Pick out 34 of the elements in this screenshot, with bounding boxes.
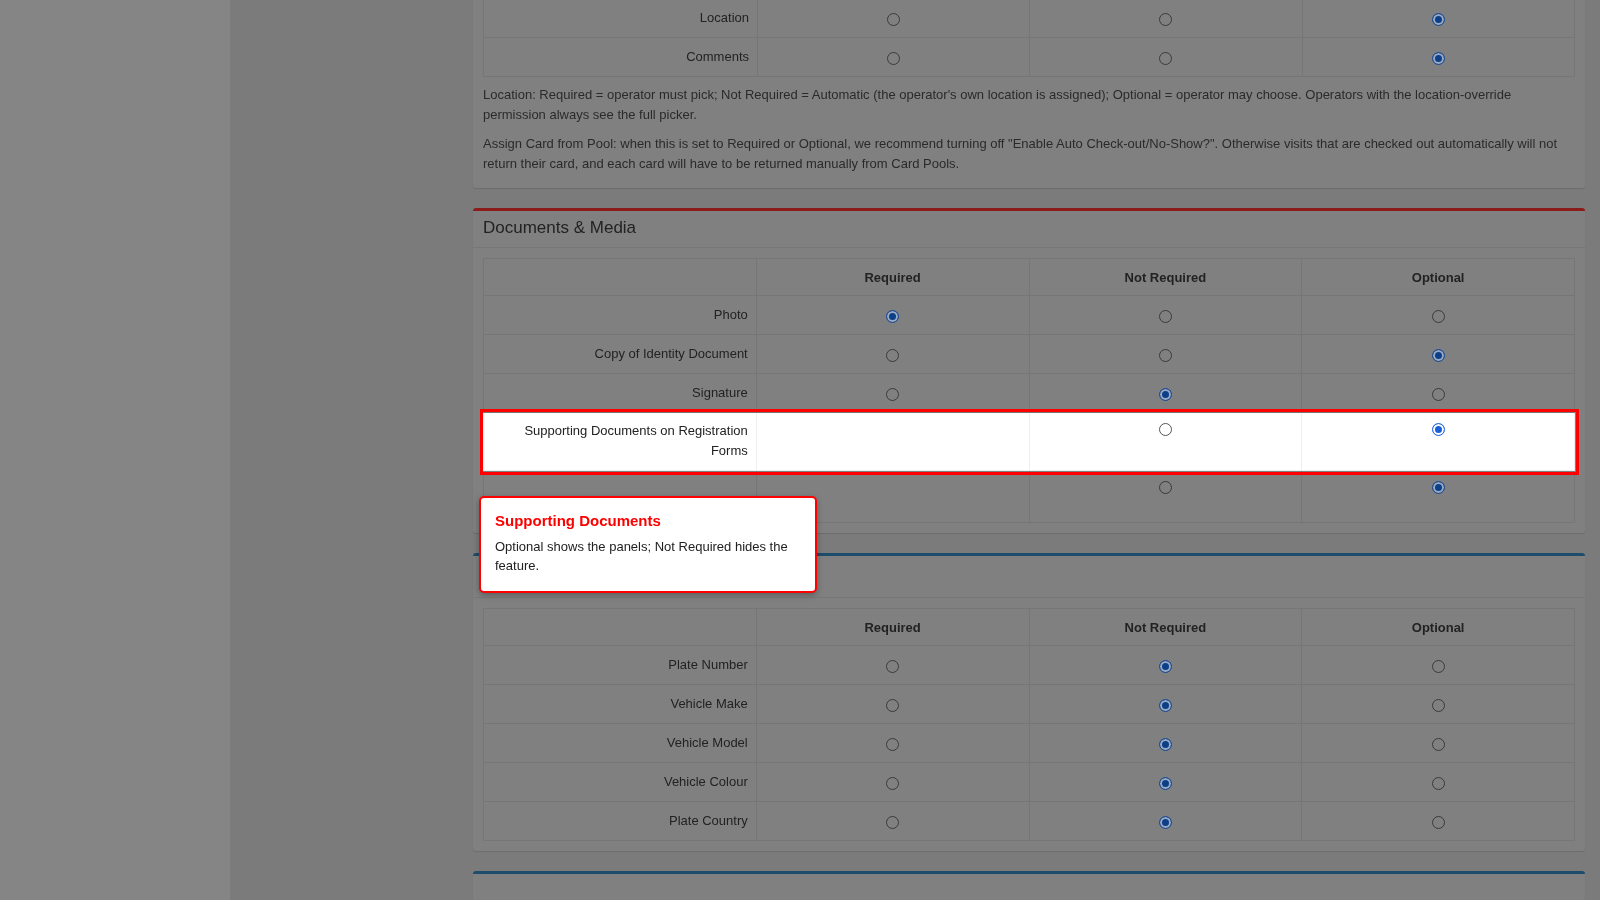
help-text: Assign Card from Pool: when this is set to Required or Optional, we recommend turning off "Enable Auto Check-out/No-Show?". Otherwise visits that are checked out automatically will not return their card, and each card will have to be returned manually from Card Pools.: [483, 135, 1559, 173]
field-label: Supporting Documents on Registration Forms: [483, 412, 757, 471]
radio-button[interactable]: [1158, 815, 1172, 829]
field-label: Vehicle Make: [483, 684, 757, 724]
radio-button[interactable]: [1431, 423, 1445, 437]
help-text: Location: Required = operator must pick; Not Required = Automatic (the operator's own location is assigned); Optional = operator may choose. Operators with the location-override permission always see the full picker.: [483, 86, 1513, 124]
radio-button[interactable]: [1158, 698, 1172, 712]
section-title: Documents & Media: [473, 211, 1585, 248]
column-header: Not Required: [1029, 608, 1302, 646]
radio-button[interactable]: [1431, 481, 1445, 495]
column-header: Optional: [1301, 608, 1575, 646]
field-label: Comments: [483, 37, 758, 77]
radio-button[interactable]: [1158, 776, 1172, 790]
radio-button[interactable]: [1431, 348, 1445, 362]
field-label: Plate Country: [483, 801, 757, 841]
column-header: Optional: [1301, 258, 1575, 296]
radio-button[interactable]: [886, 309, 900, 323]
tooltip-text: Optional shows the panels; Not Required hides the feature.: [495, 538, 789, 575]
radio-button[interactable]: [1431, 51, 1445, 65]
field-label: Vehicle Colour: [483, 762, 757, 802]
field-label: Plate Number: [483, 645, 757, 685]
tooltip-title: Supporting Documents: [495, 512, 662, 529]
radio-button[interactable]: [1158, 737, 1172, 751]
field-label: Signature: [483, 373, 757, 413]
radio-button[interactable]: [1431, 12, 1445, 26]
column-header: Required: [756, 608, 1029, 646]
field-label: Copy of Identity Document: [483, 334, 757, 374]
field-label: Vehicle Model: [483, 723, 757, 763]
field-label: Location: [483, 0, 758, 38]
field-label: Photo: [483, 295, 757, 335]
radio-button[interactable]: [1158, 387, 1172, 401]
radio-button[interactable]: [1158, 659, 1172, 673]
column-header: Not Required: [1029, 258, 1302, 296]
column-header: Required: [756, 258, 1029, 296]
